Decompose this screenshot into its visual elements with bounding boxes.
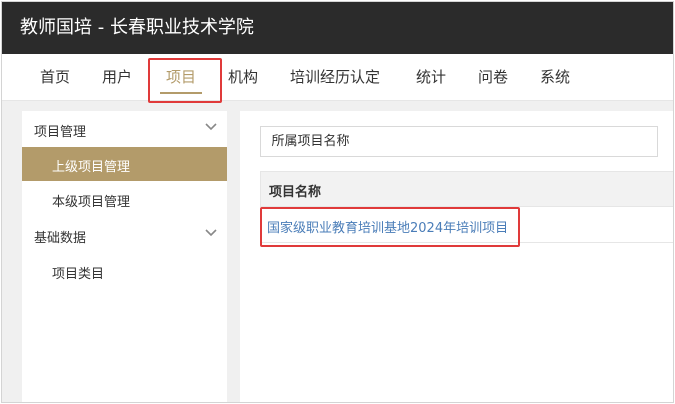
project-name-link[interactable]: 国家级职业教育培训基地2024年培训项目: [267, 217, 508, 236]
sidebar-group-project-management[interactable]: 项目管理: [22, 113, 227, 145]
sidebar-item-local-projects[interactable]: 本级项目管理: [22, 182, 227, 216]
filter-label: 所属项目名称: [260, 126, 361, 157]
table-header: 项目名称: [260, 171, 673, 207]
sidebar-item-project-categories[interactable]: 项目类目: [22, 254, 227, 288]
project-name-filter-input[interactable]: [360, 126, 658, 157]
nav-projects[interactable]: 项目: [159, 54, 203, 100]
top-nav: 首页 用户 项目 机构 培训经历认定 统计 问卷 系统: [2, 54, 673, 101]
nav-training-certification[interactable]: 培训经历认定: [290, 54, 380, 100]
sidebar-group-base-data[interactable]: 基础数据: [22, 219, 227, 251]
column-header-project-name: 项目名称: [269, 185, 322, 200]
sidebar-item-parent-projects[interactable]: 上级项目管理: [22, 147, 227, 181]
nav-statistics[interactable]: 统计: [416, 54, 446, 100]
sidebar-item-label: 本级项目管理: [52, 195, 131, 210]
nav-institutions[interactable]: 机构: [228, 54, 258, 100]
table-row: 国家级职业教育培训基地2024年培训项目: [260, 207, 673, 243]
sidebar-item-label: 项目类目: [52, 267, 105, 282]
nav-questionnaire[interactable]: 问卷: [478, 54, 508, 100]
sidebar-group-label: 基础数据: [34, 231, 87, 246]
app-title: 教师国培 - 长春职业技术学院: [20, 17, 254, 38]
app-window: 教师国培 - 长春职业技术学院 首页 用户 项目 机构 培训经历认定 统计 问卷…: [1, 1, 674, 403]
chevron-down-icon: [205, 123, 217, 131]
nav-home[interactable]: 首页: [40, 54, 70, 100]
title-bar: 教师国培 - 长春职业技术学院: [2, 2, 673, 54]
sidebar-item-label: 上级项目管理: [52, 160, 131, 175]
nav-users[interactable]: 用户: [102, 54, 132, 100]
chevron-down-icon: [205, 229, 217, 237]
sidebar-group-label: 项目管理: [34, 125, 87, 140]
main-panel: 所属项目名称 项目名称 国家级职业教育培训基地2024年培训项目: [240, 111, 673, 402]
nav-system[interactable]: 系统: [540, 54, 570, 100]
sidebar: 项目管理 上级项目管理 本级项目管理 基础数据 项目类目: [22, 111, 227, 402]
content-area: 项目管理 上级项目管理 本级项目管理 基础数据 项目类目 所属项目名称 项目名称…: [2, 101, 673, 402]
